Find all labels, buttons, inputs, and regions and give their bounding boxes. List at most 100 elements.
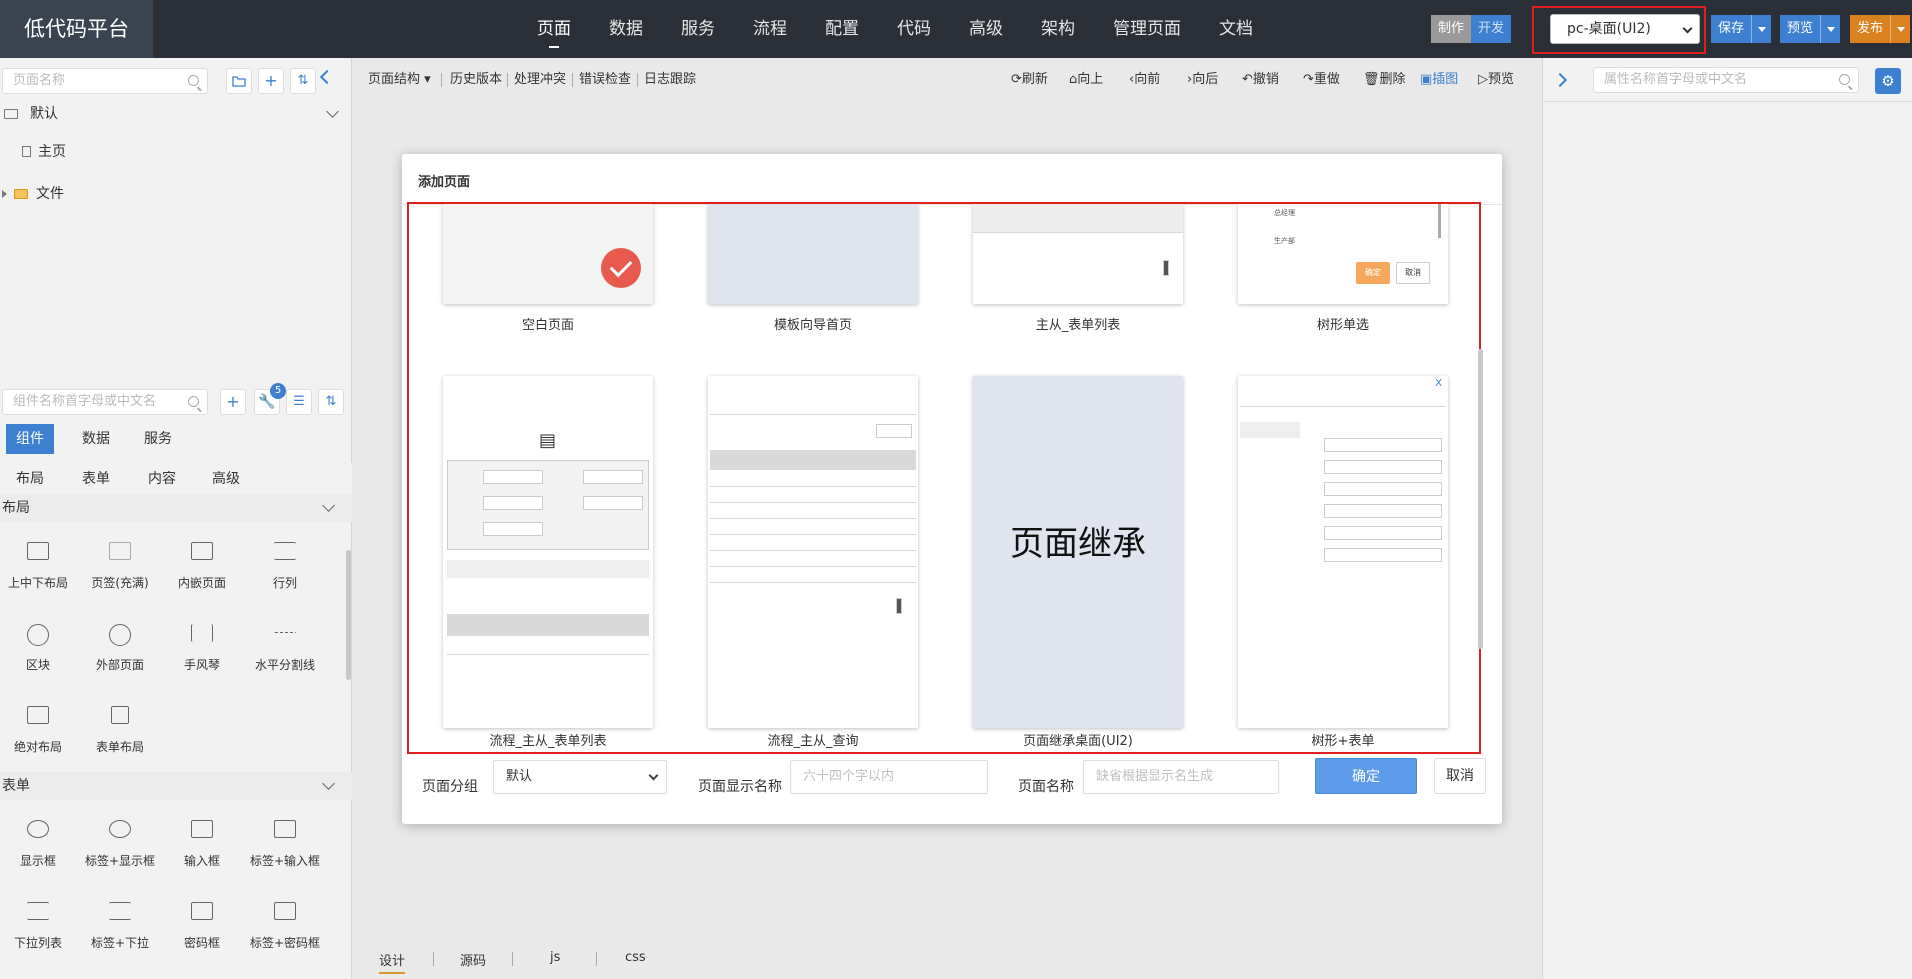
component-search-input[interactable]: 组件名称首字母或中文名 [2,389,208,415]
component-form-layout[interactable]: 表单布局 [80,694,160,764]
table-header-preview [710,450,916,470]
nav-code[interactable]: 代码 [897,0,931,58]
preview-page-button[interactable]: ▷预览 [1478,58,1514,102]
forward-button[interactable]: ‹向前 [1129,58,1160,102]
tree-folder-file[interactable]: 文件 [0,180,352,208]
nav-docs[interactable]: 文档 [1219,0,1253,58]
template-grid: 空白页面 模板向导首页 主从_表单列表 总经理 生产部 确定 取消 树形单选 ▤… [407,202,1481,754]
confirm-button[interactable]: 确定 [1315,758,1417,794]
error-check-button[interactable]: 错误检查 [579,58,631,102]
publish-label: 发布 [1857,21,1884,36]
component-accordion[interactable]: 手风琴 [162,612,242,682]
nav-flow[interactable]: 流程 [753,0,787,58]
sort-icon[interactable]: ⇅ [318,389,344,415]
tab-components[interactable]: 组件 [6,424,54,454]
subtab-content[interactable]: 内容 [148,463,176,495]
undo-icon: ↶ [1242,72,1253,87]
add-component-button[interactable]: + [220,389,246,415]
back-button[interactable]: ›向后 [1187,58,1218,102]
chevron-down-icon[interactable] [326,105,339,118]
list-icon[interactable]: ☰ [286,389,312,415]
globe-icon [109,624,131,646]
component-label-display[interactable]: 标签+显示框 [80,808,160,878]
component-embedded-page[interactable]: 内嵌页面 [162,530,242,600]
tree-item-main-page[interactable]: 主页 [0,138,352,166]
sort-icon[interactable]: ⇅ [290,68,316,94]
component-external-page[interactable]: 外部页面 [80,612,160,682]
nav-architecture[interactable]: 架构 [1041,0,1075,58]
preview-dropdown-icon[interactable] [1820,15,1840,43]
page-name-input[interactable]: 缺省根据显示名生成 [1083,760,1279,794]
page-group-select[interactable]: 默认 [493,760,667,794]
nav-data[interactable]: 数据 [609,0,643,58]
redo-button[interactable]: ↷重做 [1303,58,1340,102]
save-button[interactable]: 保存 [1711,15,1772,43]
tab-js[interactable]: js [550,950,560,965]
delete-button[interactable]: 🗑删除 [1363,58,1406,102]
expand-icon[interactable] [2,190,7,198]
cancel-button[interactable]: 取消 [1434,758,1486,794]
nav-manage-pages[interactable]: 管理页面 [1113,0,1181,58]
subtab-layout[interactable]: 布局 [16,463,44,495]
component-password[interactable]: 密码框 [162,890,242,960]
collapse-panel-icon[interactable] [319,69,335,85]
mode-make-button[interactable]: 制作 [1431,15,1472,43]
nav-page[interactable]: 页面 [537,0,571,58]
search-icon [1839,74,1850,85]
section-layout-header[interactable]: 布局 [0,494,352,522]
table-row-preview [710,550,916,551]
component-block[interactable]: 区块 [0,612,78,682]
component-label-password[interactable]: 标签+密码框 [245,890,325,960]
component-absolute-layout[interactable]: 绝对布局 [0,694,78,764]
tab-design[interactable]: 设计 [379,950,406,974]
expand-panel-icon[interactable] [1552,72,1568,88]
component-tabs-full[interactable]: 页签(充满) [80,530,160,600]
add-page-button[interactable]: + [258,68,284,94]
preview-button[interactable]: 预览 [1780,15,1841,43]
nav-advanced[interactable]: 高级 [969,0,1003,58]
page-structure-menu[interactable]: 页面结构 ▾ [368,58,431,102]
chevron-down-icon [648,770,659,781]
component-label-input[interactable]: 标签+输入框 [245,808,325,878]
up-button[interactable]: ⌂向上 [1069,58,1103,102]
tab-source[interactable]: 源码 [460,950,486,969]
log-trace-button[interactable]: 日志跟踪 [644,58,696,102]
insert-image-button[interactable]: ▣插图 [1420,58,1458,102]
component-dropdown[interactable]: 下拉列表 [0,890,78,960]
add-folder-button[interactable] [226,68,252,94]
nav-service[interactable]: 服务 [681,0,715,58]
component-display-box[interactable]: 显示框 [0,808,78,878]
component-horizontal-divider[interactable]: 水平分割线 [245,612,325,682]
subtab-form[interactable]: 表单 [82,463,110,495]
history-button[interactable]: 历史版本 [450,58,502,102]
tree-group-default[interactable]: 默认 [0,100,352,128]
page-search-input[interactable]: 页面名称 [2,68,208,94]
mode-dev-button[interactable]: 开发 [1471,15,1512,43]
resolve-conflict-button[interactable]: 处理冲突 [514,58,566,102]
check-icon [601,248,641,288]
scrollbar[interactable] [346,550,351,680]
publish-dropdown-icon[interactable] [1890,15,1910,43]
display-name-input[interactable]: 六十四个字以内 [790,760,988,794]
tab-line-preview [710,414,916,415]
tab-data[interactable]: 数据 [72,424,120,454]
nav-config[interactable]: 配置 [825,0,859,58]
component-layout-tbm[interactable]: 上中下布局 [0,530,78,600]
publish-button[interactable]: 发布 [1850,15,1911,43]
section-form-header[interactable]: 表单 [0,772,352,800]
tab-css[interactable]: css [625,950,646,965]
property-search-input[interactable]: 属性名称首字母或中文名 [1593,67,1859,93]
block-icon [27,624,49,646]
subtab-advanced[interactable]: 高级 [212,463,240,495]
component-row-column[interactable]: 行列 [245,530,325,600]
component-label: 标签+下拉 [90,936,150,950]
refresh-button[interactable]: ⟳刷新 [1011,58,1048,102]
gear-icon[interactable]: ⚙ [1875,68,1901,94]
component-input[interactable]: 输入框 [162,808,242,878]
save-dropdown-icon[interactable] [1751,15,1771,43]
platform-select[interactable]: pc-桌面(UI2) [1550,14,1700,44]
undo-button[interactable]: ↶撤销 [1242,58,1279,102]
component-label-dropdown[interactable]: 标签+下拉 [80,890,160,960]
scrollbar[interactable] [1478,349,1483,649]
tab-services[interactable]: 服务 [134,424,182,454]
